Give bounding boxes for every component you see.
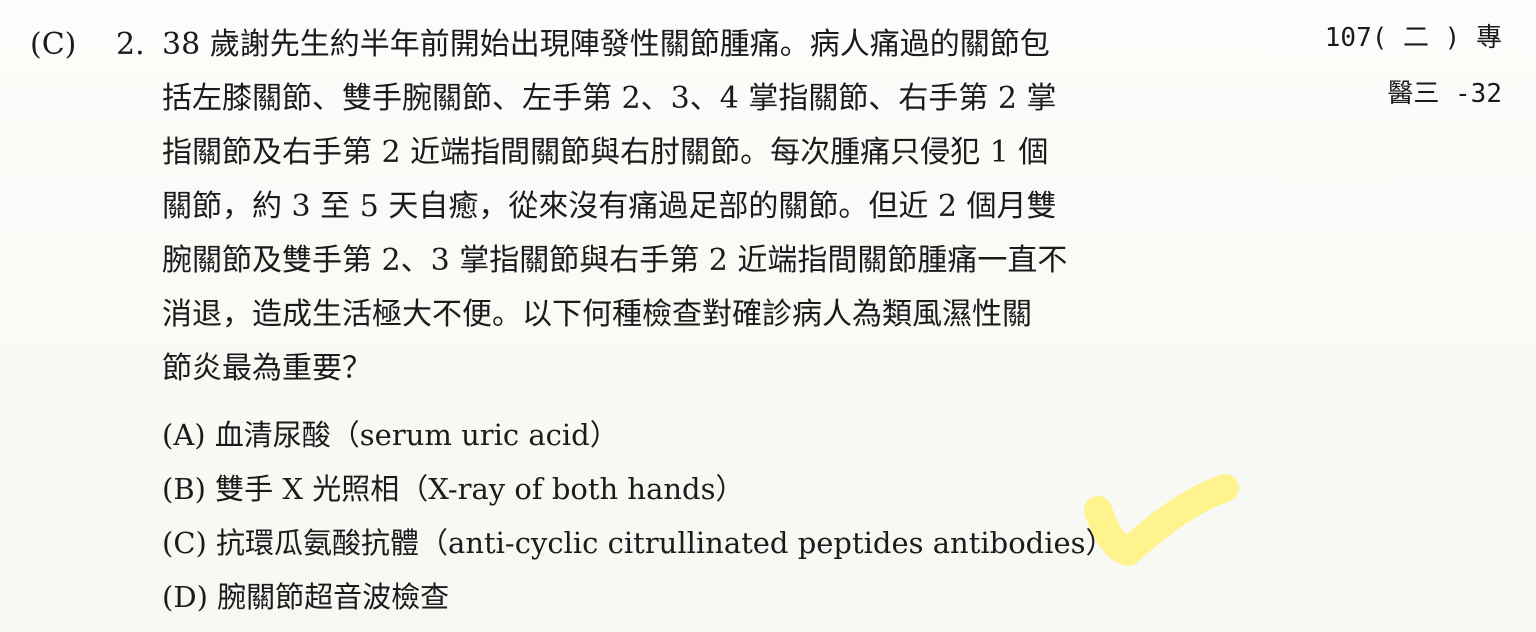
stem-line-7: 節炎最為重要？ [162,351,372,386]
option-b: (B) 雙手 X 光照相（X-ray of both hands） [162,472,745,506]
stem-line-4: 關節，約 3 至 5 天自癒，從來沒有痛過足部的關節。但近 2 個月雙 [162,189,1057,224]
option-d: (D) 腕關節超音波檢查 [162,580,450,614]
question-number: 2. [116,27,145,62]
answer-label: (C) [30,27,77,62]
stem-line-5: 腕關節及雙手第 2、3 掌指關節與右手第 2 近端指間關節腫痛一直不 [162,243,1068,278]
answer-options: (A) 血清尿酸（serum uric acid） (B) 雙手 X 光照相（X… [162,408,1115,624]
scanned-page: (C) 2. 38 歲謝先生約半年前開始出現陣發性關節腫痛。病人痛過的關節包 括… [0,0,1536,632]
stem-line-6: 消退，造成生活極大不便。以下何種檢查對確診病人為類風濕性關 [162,297,1032,332]
stem-line-1: 38 歲謝先生約半年前開始出現陣發性關節腫痛。病人痛過的關節包 [162,27,1050,62]
option-c: (C) 抗環瓜氨酸抗體（anti-cyclic citrullinated pe… [162,526,1115,560]
option-a: (A) 血清尿酸（serum uric acid） [162,418,619,452]
exam-source-reference: 107( 二 ) 專 醫三 -32 [1325,10,1502,122]
source-line-1: 107( 二 ) 專 [1324,23,1502,53]
source-line-2: 醫三 -32 [1387,79,1502,109]
stem-line-3: 指關節及右手第 2 近端指間關節與右肘關節。每次腫痛只侵犯 1 個 [162,135,1049,170]
stem-line-2: 括左膝關節、雙手腕關節、左手第 2、3、4 掌指關節、右手第 2 掌 [162,81,1057,116]
question-stem: 38 歲謝先生約半年前開始出現陣發性關節腫痛。病人痛過的關節包 括左膝關節、雙手… [162,18,1282,396]
